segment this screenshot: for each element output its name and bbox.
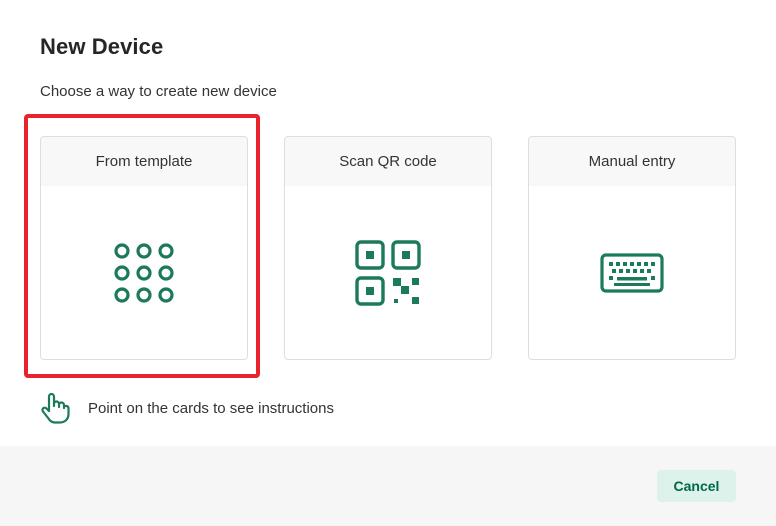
grid-dots-icon (114, 242, 174, 303)
card-body (529, 186, 735, 359)
pointing-hand-icon (41, 392, 70, 424)
cancel-button[interactable]: Cancel (657, 470, 736, 502)
from-template-card[interactable]: From template (40, 136, 248, 360)
card-title: From template (41, 137, 247, 186)
card-body (41, 186, 247, 359)
dialog-title: New Device (40, 34, 164, 59)
card-title: Scan QR code (285, 137, 491, 186)
manual-entry-card[interactable]: Manual entry (528, 136, 736, 360)
qr-code-icon (355, 239, 421, 306)
hint-text: Point on the cards to see instructions (88, 399, 334, 417)
card-body (285, 186, 491, 359)
keyboard-icon (600, 252, 664, 293)
instructions-hint: Point on the cards to see instructions (40, 392, 334, 424)
dialog-subtitle: Choose a way to create new device (40, 83, 277, 100)
scan-qr-code-card[interactable]: Scan QR code (284, 136, 492, 360)
dialog-footer: Cancel (0, 446, 776, 526)
new-device-dialog: New Device Choose a way to create new de… (0, 0, 776, 526)
card-title: Manual entry (529, 137, 735, 186)
